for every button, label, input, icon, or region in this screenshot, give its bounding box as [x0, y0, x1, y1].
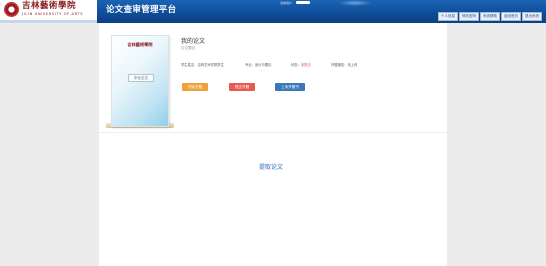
- header-glow-decoration: [338, 0, 372, 6]
- meta-report-value: 未上传: [347, 63, 358, 67]
- book-school-name: 吉林藝術學院: [127, 42, 153, 47]
- meta-major-label: 专业：: [245, 63, 255, 67]
- meta-report: 开题报告：未上传: [331, 62, 357, 67]
- nav-logout-button[interactable]: 退出系统: [522, 12, 542, 21]
- meta-status: 状态：未提交: [291, 62, 311, 67]
- logo[interactable]: 吉林藝術學院 JILIN UNIVERSITY OF ARTS: [0, 0, 97, 23]
- start-proposal-button[interactable]: 开始开题: [182, 83, 208, 91]
- logo-chinese-name: 吉林藝術學院: [22, 1, 77, 11]
- meta-status-label: 状态：: [291, 63, 301, 67]
- nav-home-button[interactable]: 返回首页: [501, 12, 521, 21]
- thesis-panel: 吉林藝術學院 毕业论文 我的论文 论文题目 学生姓名：吉林艺术学院学生 专业：设…: [99, 23, 447, 266]
- thesis-book-cover: 吉林藝術學院 毕业论文: [111, 35, 169, 127]
- upload-proposal-button[interactable]: 上传开题书: [275, 83, 305, 91]
- thesis-subtitle: 论文题目: [181, 46, 196, 50]
- nav-change-password-button[interactable]: 修改密码: [459, 12, 479, 21]
- nav-personal-info-button[interactable]: 个人信息: [438, 12, 458, 21]
- meta-status-value: 未提交: [300, 63, 311, 67]
- submit-proposal-button[interactable]: 提交开题: [229, 83, 255, 91]
- app-title: 论文查审管理平台: [106, 5, 177, 15]
- school-emblem-icon: [4, 2, 19, 17]
- header-search-input[interactable]: [296, 1, 310, 4]
- meta-report-label: 开题报告：: [331, 63, 348, 67]
- panel-divider: [99, 132, 447, 133]
- meta-student-value: 吉林艺术学院学生: [197, 63, 224, 67]
- meta-major-value: 设计与理论: [254, 63, 272, 67]
- meta-student: 学生姓名：吉林艺术学院学生: [181, 62, 224, 67]
- top-nav: 个人信息 修改密码 系统帮助 返回首页 退出系统: [438, 12, 542, 21]
- top-header: 吉林藝術學院 JILIN UNIVERSITY OF ARTS 论文查审管理平台…: [0, 0, 546, 23]
- meta-major: 专业：设计与理论: [245, 62, 271, 67]
- nav-help-button[interactable]: 系统帮助: [480, 12, 500, 21]
- logo-english-name: JILIN UNIVERSITY OF ARTS: [22, 12, 84, 16]
- extract-thesis-link[interactable]: 提取论文: [259, 162, 283, 171]
- thesis-title: 我的论文: [181, 38, 206, 45]
- current-user-label: 当前用户: [280, 1, 293, 5]
- meta-student-label: 学生姓名：: [181, 63, 198, 67]
- book-badge: 毕业论文: [128, 74, 154, 82]
